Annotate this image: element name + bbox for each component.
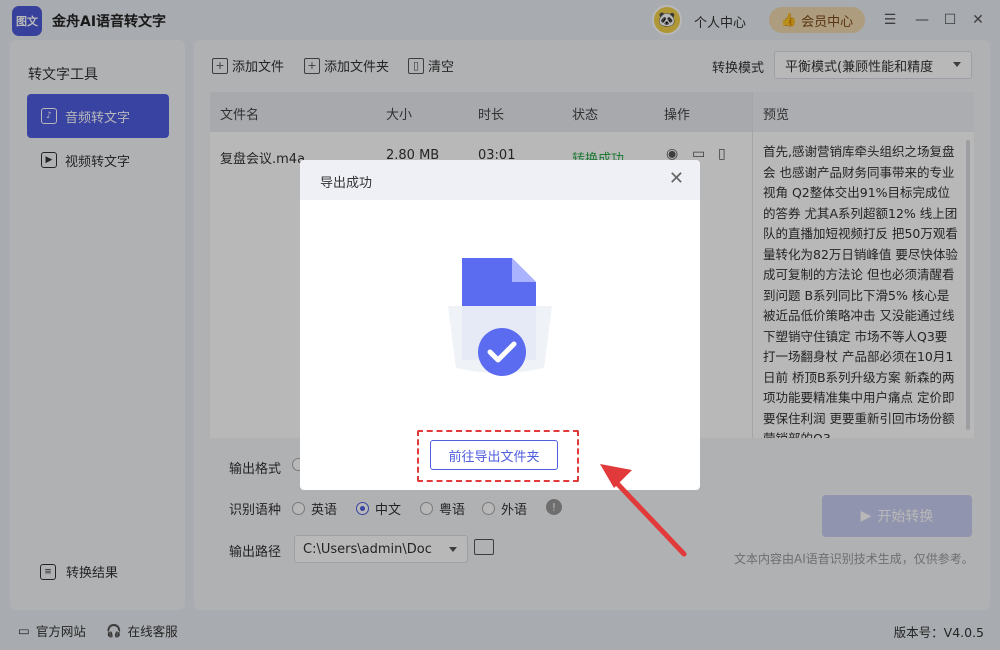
dialog-title: 导出成功 bbox=[320, 176, 373, 191]
close-icon[interactable]: ✕ bbox=[669, 169, 684, 189]
success-document-icon bbox=[448, 258, 552, 376]
dialog-header: 导出成功 ✕ bbox=[300, 160, 700, 200]
red-arrow-annotation bbox=[600, 464, 687, 557]
highlight-box bbox=[417, 430, 579, 482]
